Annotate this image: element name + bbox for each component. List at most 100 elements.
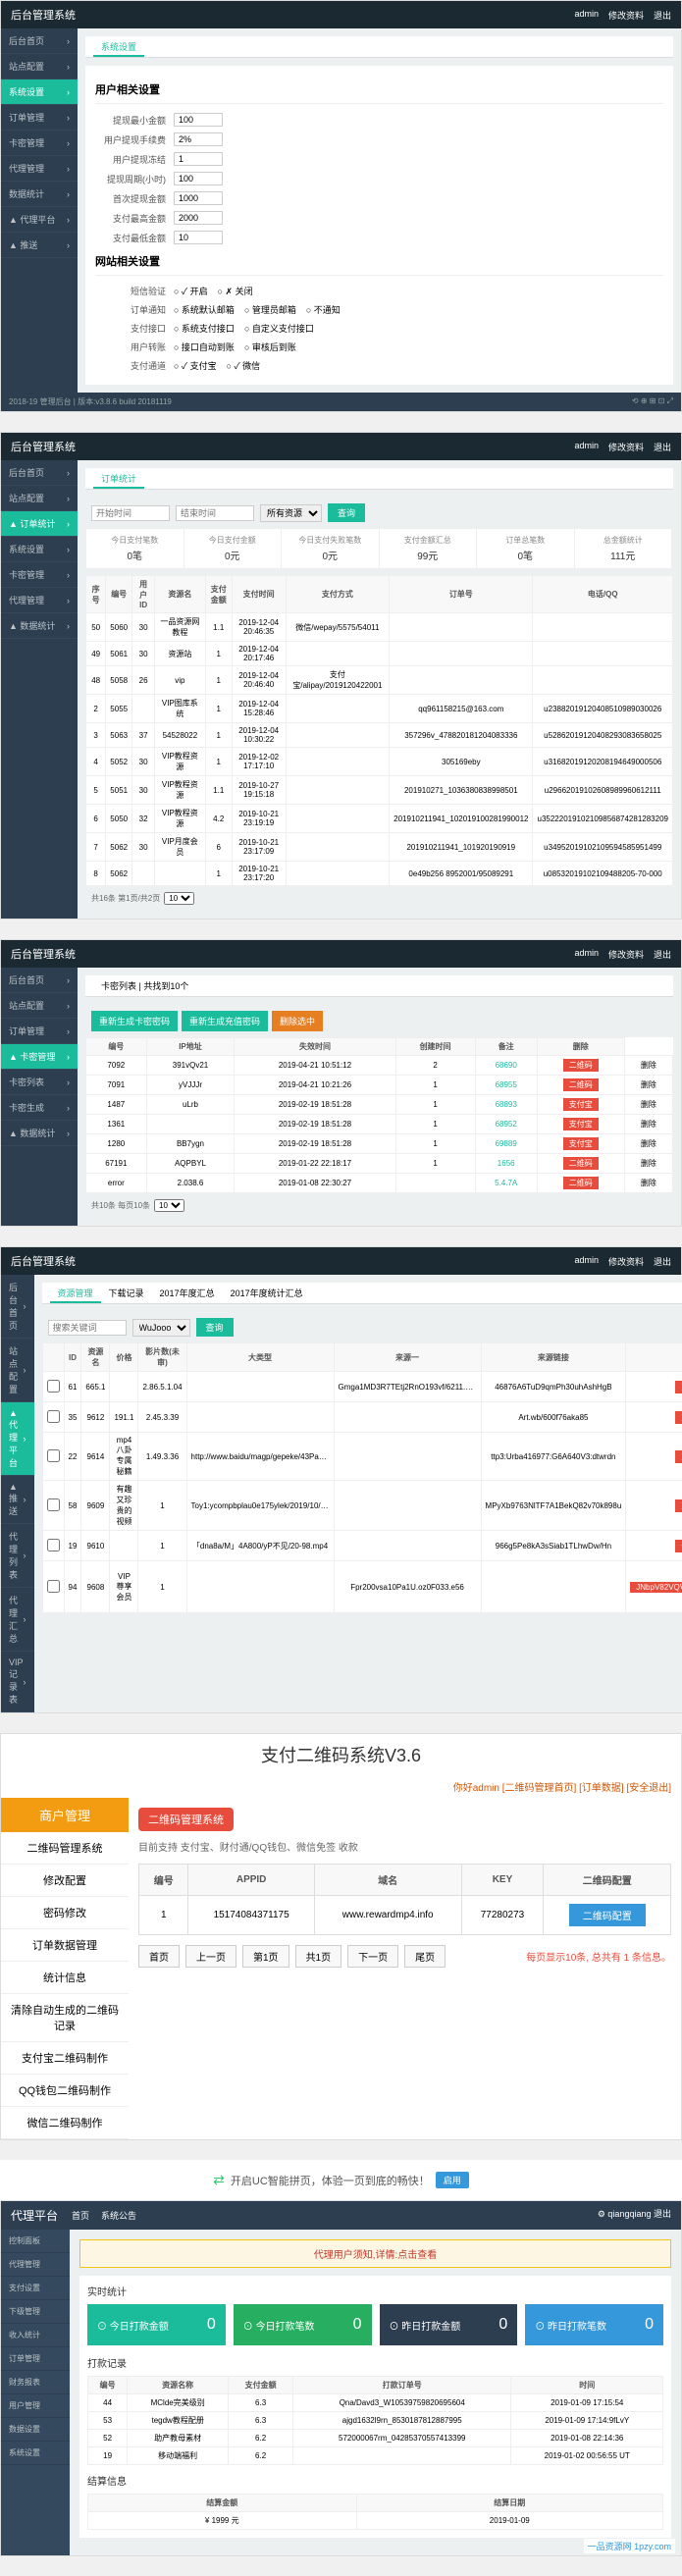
agent-sidebar-item[interactable]: 订单管理 [1, 2347, 70, 2371]
action-button[interactable]: 重新生成充值密码 [182, 1011, 268, 1031]
query-button[interactable]: 查询 [196, 1318, 234, 1337]
sidebar-item[interactable]: 代理管理› [1, 156, 78, 182]
radio-option[interactable]: ○ 不通知 [306, 303, 341, 316]
sidebar-item[interactable]: 后台首页› [1, 460, 78, 486]
sidebar-item[interactable]: ▲ 代理平台› [1, 207, 78, 233]
sidebar-item[interactable]: 后台首页› [1, 1275, 34, 1339]
tab[interactable]: 资源管理 [50, 1286, 101, 1303]
qr-config-button[interactable]: 二维码配置 [569, 1904, 646, 1926]
page-button[interactable]: 共1页 [295, 1945, 342, 1968]
sidebar-item[interactable]: 卡密列表› [1, 1070, 78, 1095]
delete-button[interactable]: 支付宝 [563, 1137, 599, 1150]
sidebar-item[interactable]: 后台首页› [1, 28, 78, 54]
delete-button[interactable]: 支付宝 [563, 1098, 599, 1111]
tab[interactable]: 2017年度汇总 [152, 1286, 223, 1301]
sidebar-item[interactable]: ▲ 卡密管理› [1, 1044, 78, 1070]
radio-option[interactable]: ○ ✓ 微信 [227, 359, 261, 372]
sidebar-item[interactable]: VIP记录表› [1, 1652, 34, 1712]
sidebar-item[interactable]: 数据统计› [1, 182, 78, 207]
agent-sidebar-item[interactable]: 数据设置 [1, 2418, 70, 2442]
enable-button[interactable]: 启用 [436, 2172, 469, 2188]
sidebar-item[interactable]: 代理管理› [1, 588, 78, 613]
sidebar-item[interactable]: 站点配置› [1, 54, 78, 79]
sidebar-item[interactable]: 代理汇总› [1, 1588, 34, 1652]
action-button[interactable]: JNbpV82VQV4N:JTTVC4bV4o2Fs [630, 1582, 682, 1593]
delete-button[interactable]: 二维码 [563, 1078, 599, 1091]
agent-sidebar-item[interactable]: 财务报表 [1, 2371, 70, 2394]
qr-sidebar-item[interactable]: 清除自动生成的二维码记录 [1, 1994, 129, 2042]
qr-sidebar-item[interactable]: 微信二维码制作 [1, 2107, 129, 2139]
search-input[interactable] [48, 1320, 127, 1336]
delete-button[interactable]: 二维码 [563, 1157, 599, 1170]
sidebar-item[interactable]: 站点配置› [1, 1339, 34, 1402]
row-checkbox[interactable] [47, 1539, 60, 1551]
radio-option[interactable]: ○ 审核后到账 [244, 341, 296, 353]
setting-input[interactable] [174, 172, 223, 185]
page-button[interactable]: 首页 [138, 1945, 180, 1968]
radio-option[interactable]: ○ ✓ 开启 [174, 285, 208, 297]
setting-input[interactable] [174, 191, 223, 205]
sidebar-item[interactable]: 卡密管理› [1, 562, 78, 588]
page-button[interactable]: 尾页 [404, 1945, 446, 1968]
delete-button[interactable]: 支付宝 [563, 1118, 599, 1130]
tab[interactable]: 下载记录 [101, 1286, 152, 1301]
tab-settings[interactable]: 系统设置 [93, 39, 144, 57]
row-checkbox[interactable] [47, 1380, 60, 1393]
sidebar-item[interactable]: ▲ 推送› [1, 233, 78, 258]
sidebar-item[interactable]: ▲ 数据统计› [1, 1121, 78, 1146]
sidebar-item[interactable]: 系统设置› [1, 537, 78, 562]
top-link[interactable]: [二维码管理首页] [502, 1783, 577, 1794]
row-checkbox[interactable] [47, 1449, 60, 1462]
sidebar-item[interactable]: ▲ 订单统计› [1, 511, 78, 537]
agent-sidebar-item[interactable]: 收入统计 [1, 2324, 70, 2347]
agent-sidebar-item[interactable]: 控制面板 [1, 2230, 70, 2253]
setting-input[interactable] [174, 231, 223, 244]
action-button[interactable]: 直接下载 [675, 1381, 682, 1393]
row-checkbox[interactable] [47, 1498, 60, 1511]
page-button[interactable]: 上一页 [185, 1945, 236, 1968]
agent-sidebar-item[interactable]: 用户管理 [1, 2394, 70, 2418]
action-button[interactable]: 删除选中 [272, 1011, 323, 1031]
action-button[interactable]: 直接下载 [675, 1450, 682, 1463]
sidebar-item[interactable]: 站点配置› [1, 486, 78, 511]
logout-button[interactable]: 退出 [654, 2209, 671, 2219]
setting-input[interactable] [174, 132, 223, 146]
qr-sidebar-item[interactable]: 修改配置 [1, 1865, 129, 1897]
row-checkbox[interactable] [47, 1410, 60, 1423]
action-button[interactable]: 直接下载 [675, 1499, 682, 1512]
sidebar-item[interactable]: ▲ 代理平台› [1, 1402, 34, 1476]
tab[interactable]: 系统公告 [101, 2209, 136, 2222]
action-button[interactable]: 一种任务 [675, 1540, 682, 1552]
radio-option[interactable]: ○ 接口自动到账 [174, 341, 235, 353]
qr-sidebar-item[interactable]: 支付宝二维码制作 [1, 2042, 129, 2075]
radio-option[interactable]: ○ ✗ 关闭 [218, 285, 253, 297]
query-button[interactable]: 查询 [328, 503, 365, 522]
setting-input[interactable] [174, 211, 223, 225]
tab[interactable]: 2017年度统计汇总 [223, 1286, 311, 1301]
top-link[interactable]: [安全退出] [626, 1783, 671, 1794]
action-button[interactable]: 重新生成卡密密码 [91, 1011, 178, 1031]
sidebar-item[interactable]: 后台首页› [1, 968, 78, 993]
footer-icons[interactable]: ⟲ ⊕ ⊞ ⊡ ⤢ [632, 396, 673, 407]
end-time[interactable] [176, 505, 254, 521]
radio-option[interactable]: ○ ✓ 支付宝 [174, 359, 217, 372]
qr-sidebar-item[interactable]: 订单数据管理 [1, 1929, 129, 1962]
agent-sidebar-item[interactable]: 下级管理 [1, 2300, 70, 2324]
agent-sidebar-item[interactable]: 支付设置 [1, 2277, 70, 2300]
page-button[interactable]: 第1页 [242, 1945, 289, 1968]
resource-select[interactable]: 所有资源 [260, 504, 322, 522]
start-time[interactable] [91, 505, 170, 521]
radio-option[interactable]: ○ 系统默认邮箱 [174, 303, 235, 316]
alert-banner[interactable]: 代理用户须知,详情:点击查看 [79, 2239, 671, 2268]
radio-option[interactable]: ○ 管理员邮箱 [244, 303, 296, 316]
agent-sidebar-item[interactable]: 系统设置 [1, 2442, 70, 2465]
qr-sidebar-item[interactable]: 密码修改 [1, 1897, 129, 1929]
radio-option[interactable]: ○ 自定义支付接口 [244, 322, 314, 335]
tab-order-stats[interactable]: 订单统计 [93, 471, 144, 489]
row-checkbox[interactable] [47, 1580, 60, 1593]
action-button[interactable]: 直接下载 [675, 1411, 682, 1424]
sidebar-item[interactable]: 卡密生成› [1, 1095, 78, 1121]
sidebar-item[interactable]: ▲ 推送› [1, 1476, 34, 1524]
agent-sidebar-item[interactable]: 代理管理 [1, 2253, 70, 2277]
sidebar-item[interactable]: 卡密管理› [1, 131, 78, 156]
